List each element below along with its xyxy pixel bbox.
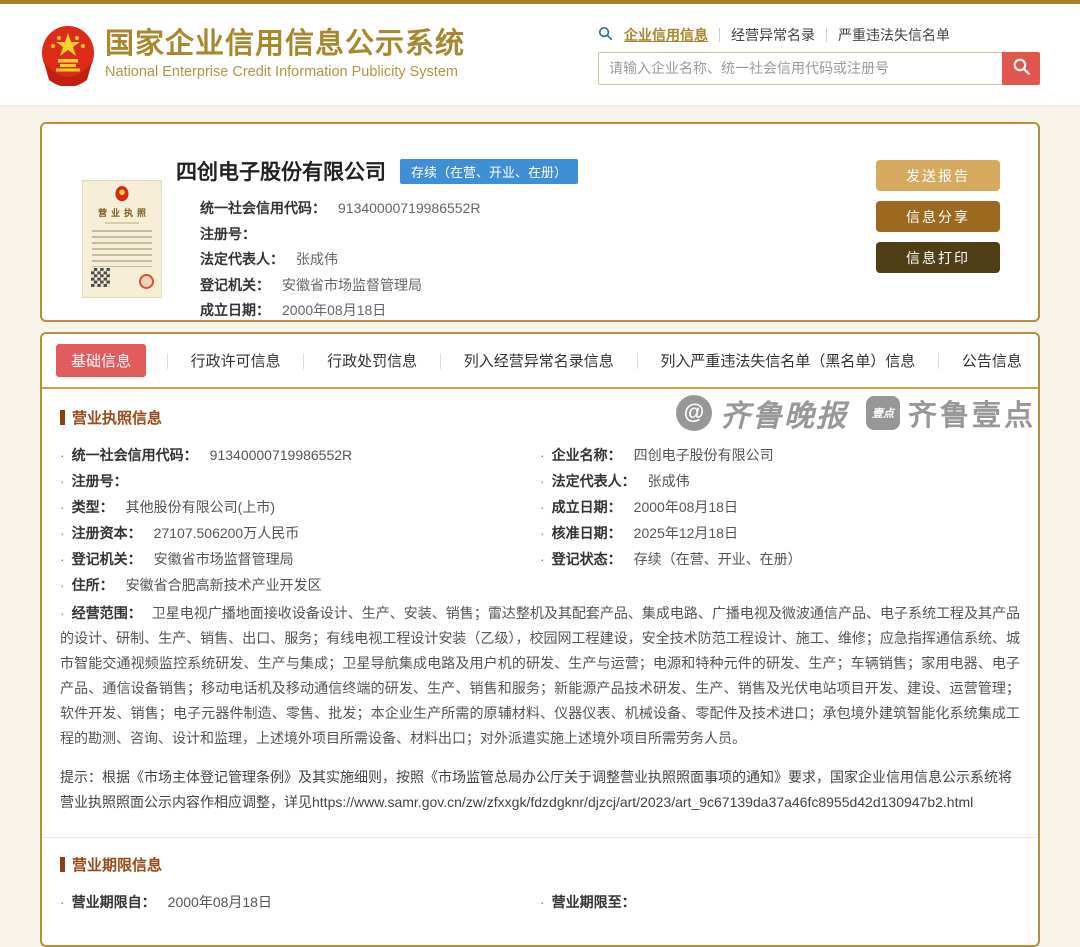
national-emblem-logo — [40, 24, 96, 86]
tab-divider — [938, 353, 939, 369]
license-red-seal — [139, 274, 154, 289]
license-info-grid: 统一社会信用代码：91340000719986552R 注册号： 类型：其他股份… — [60, 442, 1020, 598]
tab-admin-license[interactable]: 行政许可信息 — [189, 344, 283, 377]
company-name: 四创电子股份有限公司 — [176, 156, 386, 186]
field-registration-no: 注册号： — [200, 222, 578, 248]
tab-blacklist[interactable]: 列入严重违法失信名单（黑名单）信息 — [658, 344, 917, 377]
main: 营业执照 四创电子股份有限公司 存续（在营、开业、在册） 统一社会信用代码：91… — [0, 105, 1080, 947]
field-company-type: 类型：其他股份有限公司(上市) — [60, 494, 540, 520]
qilu-evening-news-wordmark: 齐鲁晚报 — [720, 391, 848, 435]
share-info-button[interactable]: 信息分享 — [876, 201, 1000, 232]
search-nav: 企业信用信息 经营异常名录 严重违法失信名单 — [598, 25, 1040, 45]
field-address: 住所：安徽省合肥高新技术产业开发区 — [60, 572, 540, 598]
tab-basic-info[interactable]: 基础信息 — [56, 344, 146, 377]
tab-bar: 基础信息 行政许可信息 行政处罚信息 列入经营异常名录信息 列入严重违法失信名单… — [42, 334, 1038, 389]
qilu-yidian-wordmark: 齐鲁壹点 — [908, 392, 1036, 434]
qilu-watermark: 齐鲁晚报 壹点 齐鲁壹点 — [676, 391, 1036, 435]
tab-content: 齐鲁晚报 壹点 齐鲁壹点 营业执照信息 统一社会信用代码：91340000719… — [42, 389, 1038, 945]
company-summary-main: 四创电子股份有限公司 存续（在营、开业、在册） 统一社会信用代码：9134000… — [176, 156, 578, 320]
tab-divider — [440, 353, 441, 369]
nav-link-serious-violations[interactable]: 严重违法失信名单 — [838, 25, 950, 45]
business-license-thumbnail: 营业执照 — [82, 180, 162, 298]
divider — [719, 28, 720, 42]
site-title: 国家企业信用信息公示系统 — [105, 29, 465, 61]
field-registration-authority: 登记机关：安徽省市场监督管理局 — [60, 546, 540, 572]
field-registered-capital: 注册资本：27107.506200万人民币 — [60, 520, 540, 546]
term-info-grid: 营业期限自：2000年08月18日 营业期限至： — [60, 889, 1020, 915]
license-subline — [105, 222, 139, 224]
tab-divider — [303, 353, 304, 369]
field-establishment-date: 成立日期：2000年08月18日 — [200, 298, 578, 324]
brand-text: 国家企业信用信息公示系统 National Enterprise Credit … — [105, 29, 465, 80]
section-title-business-term: 营业期限信息 — [60, 854, 1020, 875]
field-term-from: 营业期限自：2000年08月18日 — [60, 889, 540, 915]
field-business-scope: 经营范围：卫星电视广播地面接收设备设计、生产、安装、销售；雷达整机及其配套产品、… — [60, 601, 1020, 751]
tab-abnormal-operations[interactable]: 列入经营异常名录信息 — [462, 344, 616, 377]
qilu-yidian-app-icon: 壹点 — [866, 396, 900, 430]
site-subtitle: National Enterprise Credit Information P… — [105, 64, 465, 80]
brand: 国家企业信用信息公示系统 National Enterprise Credit … — [40, 24, 465, 86]
site-header: 国家企业信用信息公示系统 National Enterprise Credit … — [0, 4, 1080, 105]
tab-announcements[interactable]: 公告信息 — [960, 344, 1024, 377]
field-approval-date: 核准日期：2025年12月18日 — [540, 520, 1020, 546]
nav-link-enterprise-credit[interactable]: 企业信用信息 — [624, 25, 708, 45]
search-icon-white — [1012, 57, 1031, 79]
license-text-lines — [92, 230, 152, 267]
term-left-column: 营业期限自：2000年08月18日 — [60, 889, 540, 915]
license-title: 营业执照 — [83, 206, 161, 219]
company-summary-fields: 统一社会信用代码：91340000719986552R 注册号： 法定代表人：张… — [200, 196, 578, 324]
company-actions: 发送报告 信息分享 信息打印 — [876, 160, 1000, 273]
license-emblem-icon — [116, 186, 129, 201]
field-establishment-date: 成立日期：2000年08月18日 — [540, 494, 1020, 520]
search-area: 企业信用信息 经营异常名录 严重违法失信名单 — [598, 25, 1040, 85]
field-term-to: 营业期限至： — [540, 889, 1020, 915]
field-company-name: 企业名称：四创电子股份有限公司 — [540, 442, 1020, 468]
license-adjustment-note: 提示：根据《市场主体登记管理条例》及其实施细则，按照《市场监管总局办公厅关于调整… — [60, 765, 1020, 815]
nav-link-abnormal-operations[interactable]: 经营异常名录 — [731, 25, 815, 45]
search-icon — [598, 26, 613, 44]
term-right-column: 营业期限至： — [540, 889, 1020, 915]
company-summary-card: 营业执照 四创电子股份有限公司 存续（在营、开业、在册） 统一社会信用代码：91… — [40, 122, 1040, 322]
license-info-left-column: 统一社会信用代码：91340000719986552R 注册号： 类型：其他股份… — [60, 442, 540, 598]
send-report-button[interactable]: 发送报告 — [876, 160, 1000, 191]
qilu-evening-news-logo-icon — [676, 395, 712, 431]
search-input[interactable] — [598, 52, 1002, 85]
search-button[interactable] — [1002, 52, 1040, 85]
tab-divider — [167, 353, 168, 369]
status-badge: 存续（在营、开业、在册） — [400, 159, 578, 184]
license-info-right-column: 企业名称：四创电子股份有限公司 法定代表人：张成伟 成立日期：2000年08月1… — [540, 442, 1020, 598]
search-bar — [598, 52, 1040, 85]
print-info-button[interactable]: 信息打印 — [876, 242, 1000, 273]
field-registration-status: 登记状态：存续（在营、开业、在册） — [540, 546, 1020, 572]
tab-admin-penalty[interactable]: 行政处罚信息 — [325, 344, 419, 377]
field-registration-no: 注册号： — [60, 468, 540, 494]
field-credit-code: 统一社会信用代码：91340000719986552R — [60, 442, 540, 468]
section-divider — [42, 837, 1038, 838]
field-legal-representative: 法定代表人：张成伟 — [540, 468, 1020, 494]
detail-card: 基础信息 行政许可信息 行政处罚信息 列入经营异常名录信息 列入严重违法失信名单… — [40, 332, 1040, 947]
field-credit-code: 统一社会信用代码：91340000719986552R — [200, 196, 578, 222]
divider — [826, 28, 827, 42]
license-qr-code — [91, 268, 110, 287]
field-legal-representative: 法定代表人：张成伟 — [200, 247, 578, 273]
tab-divider — [637, 353, 638, 369]
field-registration-authority: 登记机关：安徽省市场监督管理局 — [200, 273, 578, 299]
